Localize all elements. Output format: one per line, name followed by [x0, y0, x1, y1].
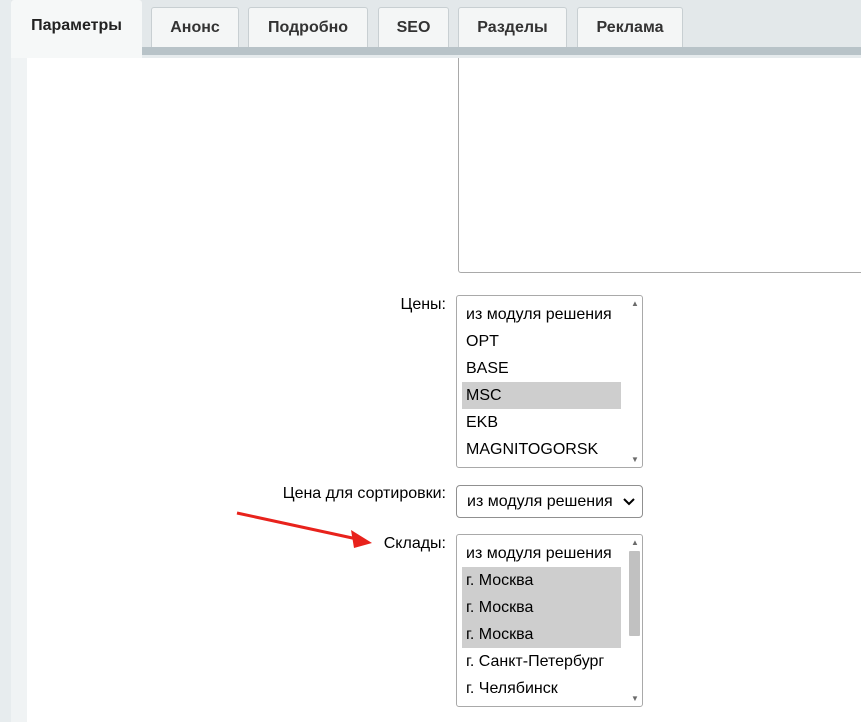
scroll-up-icon[interactable]: ▲ [628, 299, 642, 308]
tab-parameters[interactable]: Параметры [11, 0, 142, 58]
list-item[interactable]: из модуля решения [462, 301, 621, 328]
sort-price-label: Цена для сортировки: [282, 485, 446, 502]
warehouses-listbox[interactable]: из модуля решения г. Москва г. Москва г.… [456, 534, 643, 707]
list-item[interactable]: MAGNITOGORSK [462, 436, 621, 463]
chevron-down-icon [623, 486, 635, 517]
scroll-down-icon[interactable]: ▼ [628, 694, 642, 703]
tab-details[interactable]: Подробно [248, 7, 368, 47]
tab-sections[interactable]: Разделы [458, 7, 567, 47]
list-item[interactable]: EKB [462, 409, 621, 436]
list-item[interactable]: BASE [462, 355, 621, 382]
tab-seo[interactable]: SEO [378, 7, 449, 47]
tab-announce[interactable]: Анонс [151, 7, 239, 47]
list-item-selected[interactable]: г. Москва [462, 567, 621, 594]
list-item-selected[interactable]: MSC [462, 382, 621, 409]
scroll-down-icon[interactable]: ▼ [628, 455, 642, 464]
list-item[interactable]: из модуля решения [462, 540, 621, 567]
list-item[interactable]: г. Челябинск [462, 675, 621, 702]
warehouses-label: Склады: [383, 535, 446, 552]
sort-price-value: из модуля решения [467, 493, 613, 510]
list-item[interactable]: г. Санкт-Петербург [462, 648, 621, 675]
scroll-up-icon[interactable]: ▲ [628, 538, 642, 547]
text-area-field[interactable] [458, 58, 861, 273]
left-panel-strip [0, 0, 11, 722]
prices-label: Цены: [400, 296, 446, 313]
list-item-selected[interactable]: г. Москва [462, 621, 621, 648]
list-item[interactable]: OPT [462, 328, 621, 355]
tabs-divider [142, 47, 861, 55]
prices-listbox[interactable]: из модуля решения OPT BASE MSC EKB MAGNI… [456, 295, 643, 468]
tab-advertising[interactable]: Реклама [577, 7, 683, 47]
sort-price-select[interactable]: из модуля решения [456, 485, 643, 518]
list-item-selected[interactable]: г. Москва [462, 594, 621, 621]
scrollbar-thumb[interactable] [629, 551, 640, 636]
